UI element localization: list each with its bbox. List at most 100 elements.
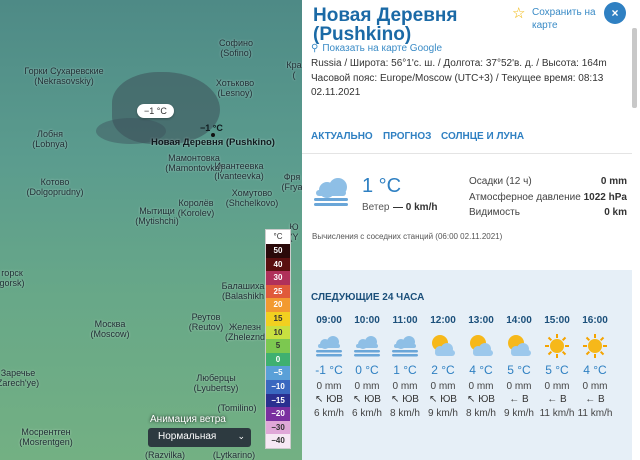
legend-step: 20 [266, 298, 290, 312]
location-info: Russia / Широта: 56°1'с. ш. / Долгота: 3… [311, 57, 631, 101]
city-label-kotovo[interactable]: Котово (Dolgoprudny) [26, 177, 83, 197]
forecast-wind-speed: 11 km/h [539, 408, 575, 419]
legend-step: 5 [266, 339, 290, 353]
forecast-wind-speed: 9 km/h [503, 408, 534, 419]
city-label-mytishchi[interactable]: Мытищи (Mytishchi) [135, 206, 179, 226]
city-label-pushkino[interactable]: Новая Деревня (Pushkino) [151, 133, 275, 148]
hourly-forecast: СЛЕДУЮЩИЕ 24 ЧАСА 09:00 -1 °C 0 mm ↖ ЮВ 6 km… [302, 270, 632, 460]
partly-sunny-icon [424, 329, 462, 363]
legend-step: −10 [266, 379, 290, 394]
forecast-wind-speed: 6 km/h [313, 408, 344, 419]
forecast-time: 15:00 [544, 315, 570, 326]
forecast-precip: 0 mm [506, 381, 532, 392]
location-title: Новая Деревня (Pushkino) [313, 5, 458, 45]
date-line: 02.11.2021 [311, 87, 361, 98]
city-label-lobnya[interactable]: Лобня (Lobnya) [32, 129, 68, 149]
forecast-hour: 09:00 -1 °C 0 mm ↖ ЮВ 6 km/h [310, 315, 348, 421]
forecast-temp: -1 °C [315, 363, 343, 377]
city-label-reutov[interactable]: Реутов (Reutov) [189, 312, 224, 332]
city-label-mosrentgen[interactable]: Мосрентген (Mosrentgen) [19, 427, 73, 447]
wind-animation-value: Нормальная [158, 431, 217, 442]
panel-tabs: АКТУАЛЬНО ПРОГНОЗ СОЛНЦЕ И ЛУНА [302, 118, 632, 154]
forecast-precip: 0 mm [430, 381, 456, 392]
forecast-precip: 0 mm [316, 381, 342, 392]
forecast-hour: 12:00 2 °C 0 mm ↖ ЮВ 9 km/h [424, 315, 462, 421]
city-label-pravdinsky[interactable]: Кра( [286, 60, 301, 80]
forecast-precip: 0 mm [468, 381, 494, 392]
forecast-precip: 0 mm [392, 381, 418, 392]
city-label-gorsk[interactable]: горск gorsk) [0, 268, 25, 288]
city-label-korolev[interactable]: Королёв (Korolev) [178, 198, 215, 218]
map-pin-icon: ⚲ [311, 43, 319, 54]
city-label-moscow[interactable]: Москва (Moscow) [90, 319, 129, 339]
legend-step: 30 [266, 271, 290, 285]
forecast-precip: 0 mm [544, 381, 570, 392]
weather-map[interactable]: Софино (Sofino) Горки Сухаревские (Nekraso… [0, 0, 302, 460]
city-label-lytkarino[interactable]: (Lytkarino) [213, 450, 255, 460]
tab-current[interactable]: АКТУАЛЬНО [311, 131, 373, 142]
save-to-map-link[interactable]: ☆ Сохранить на карте [512, 6, 602, 32]
forecast-temp: 5 °C [545, 363, 569, 377]
stat-precipitation: Осадки (12 ч) 0 mm [469, 176, 627, 187]
legend-unit: °C [273, 232, 283, 241]
forecast-temp: 1 °C [393, 363, 417, 377]
forecast-wind-direction: ← В [585, 394, 605, 405]
current-temperature: 1 °C [362, 175, 402, 197]
scrollbar-thumb[interactable] [632, 28, 637, 108]
city-label-shchelkovo[interactable]: Хомутово (Shchelkovo) [226, 188, 279, 208]
forecast-time: 16:00 [582, 315, 608, 326]
forecast-time: 12:00 [430, 315, 456, 326]
tab-forecast[interactable]: ПРОГНОЗ [383, 131, 431, 142]
city-label-zarechye[interactable]: Заречье Zarech'ye) [0, 368, 39, 388]
city-label-gorki[interactable]: Горки Сухаревские (Nekrasovskiy) [24, 66, 103, 86]
timezone-line: Часовой пояс: Europe/Moscow (UTC+3) / Те… [311, 72, 604, 84]
partly-sunny-icon [500, 329, 538, 363]
close-button[interactable]: × [604, 2, 626, 24]
legend-step: −40 [266, 434, 290, 448]
forecast-wind-speed: 8 km/h [465, 408, 496, 419]
forecast-wind-speed: 9 km/h [427, 408, 458, 419]
fog-icon [386, 329, 424, 363]
forecast-wind-direction: ← В [547, 394, 567, 405]
forecast-wind-speed: 6 km/h [351, 408, 382, 419]
forecast-wind-direction: ↖ ЮВ [315, 394, 343, 405]
forecast-hour: 14:00 5 °C 0 mm ← В 9 km/h [500, 315, 538, 421]
forecast-hour: 16:00 4 °C 0 mm ← В 11 km/h [576, 315, 614, 421]
legend-step: 10 [266, 325, 290, 340]
map-temp-point: −1 °C [200, 123, 223, 133]
forecast-temp: 0 °C [355, 363, 379, 377]
forecast-hour: 15:00 5 °C 0 mm ← В 11 km/h [538, 315, 576, 421]
city-label-sofino[interactable]: Софино (Sofino) [219, 38, 253, 58]
forecast-time: 11:00 [392, 315, 418, 326]
forecast-temp: 4 °C [583, 363, 607, 377]
forecast-temp: 4 °C [469, 363, 493, 377]
temperature-legend: °C 50 40 30 25 20 15 10 5 0 −5 −10 −15 −20 −30 −40 [265, 229, 291, 449]
wind-animation-select[interactable]: Нормальная ⌄ [148, 428, 251, 447]
legend-step: 50 [266, 244, 290, 258]
city-label-ivanteevka[interactable]: Ивантеевка (Ivanteevka) [214, 161, 264, 181]
legend-step: −20 [266, 407, 290, 421]
city-label-tomilino[interactable]: (Tomilino) [217, 403, 256, 413]
sun-icon [576, 329, 614, 363]
legend-step: 0 [266, 352, 290, 367]
forecast-wind-direction: ↖ ЮВ [429, 394, 457, 405]
fog-icon [348, 329, 386, 363]
legend-step: 15 [266, 311, 290, 326]
forecast-wind-direction: ↖ ЮВ [467, 394, 495, 405]
forecast-title: СЛЕДУЮЩИЕ 24 ЧАСА [311, 292, 425, 303]
show-on-google-map-link[interactable]: ⚲ Показать на карте Google [311, 43, 442, 54]
forecast-hour: 11:00 1 °C 0 mm ↖ ЮВ 8 km/h [386, 315, 424, 421]
map-temp-bubble: −1 °C [137, 104, 174, 118]
city-label-zheleznodorozhny[interactable]: Железн (Zheleznd [225, 322, 265, 342]
forecast-hour: 13:00 4 °C 0 mm ↖ ЮВ 8 km/h [462, 315, 500, 421]
stat-visibility: Видимость 0 km [469, 207, 627, 218]
city-label-razvilka[interactable]: (Razvilka) [145, 450, 185, 460]
city-label-fryazino[interactable]: Фря (Frya [282, 172, 303, 192]
city-label-lesnoy[interactable]: Хотьково (Lesnoy) [216, 78, 254, 98]
city-label-balashikha[interactable]: Балашиха (Balashikh [222, 281, 265, 301]
city-label-lyubertsy[interactable]: Люберцы (Lyubertsy) [194, 373, 239, 393]
location-panel: Новая Деревня (Pushkino) ☆ Сохранить на … [302, 0, 640, 460]
forecast-time: 10:00 [354, 315, 380, 326]
forecast-wind-direction: ← В [509, 394, 529, 405]
tab-sun-moon[interactable]: СОЛНЦЕ И ЛУНА [441, 131, 524, 142]
